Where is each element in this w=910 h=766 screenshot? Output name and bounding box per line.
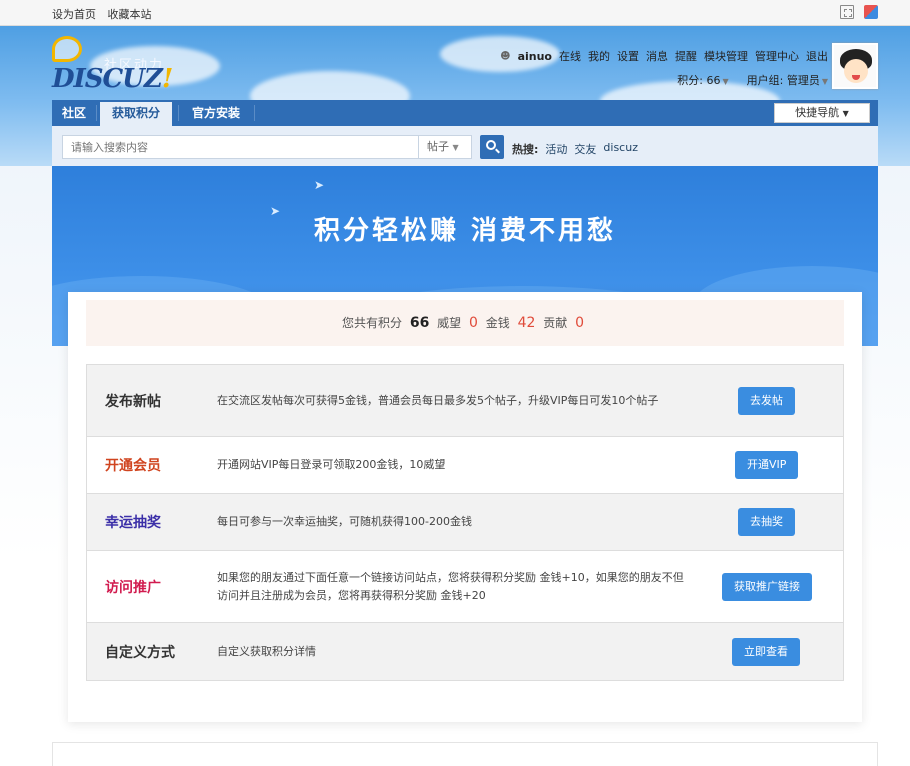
hot-keyword[interactable]: 交友 [574, 141, 596, 157]
logo-word: DISCUZ [52, 64, 163, 94]
stats-contrib: 0 [575, 315, 584, 331]
quick-nav-button[interactable]: 快捷导航 ▼ [774, 103, 870, 123]
user-link-module-admin[interactable]: 模块管理 [704, 48, 748, 64]
task-row-post: 发布新帖 在交流区发帖每次可获得5金钱，普通会员每日最多发5个帖子，升级VIP每… [87, 365, 843, 437]
stats-money: 42 [517, 315, 536, 331]
bookmark-site-link[interactable]: 收藏本站 [108, 8, 152, 21]
search-type-value: 帖子 [427, 140, 449, 153]
nav-item-get-credits[interactable]: 获取积分 [100, 100, 172, 126]
hot-keyword[interactable]: discuz [603, 141, 638, 157]
nav-divider [254, 105, 255, 121]
logo-bang: ! [161, 64, 173, 94]
credits-card: 您共有积分 66 威望 0 金钱 42 贡献 0 发布新帖 在交流区发帖每次可获… [68, 292, 862, 722]
credit-stats: 您共有积分 66 威望 0 金钱 42 贡献 0 [86, 300, 844, 346]
user-link-logout[interactable]: 退出 [806, 48, 828, 64]
set-homepage-link[interactable]: 设为首页 [52, 8, 96, 21]
task-row-custom: 自定义方式 自定义获取积分详情 立即查看 [87, 623, 843, 680]
user-link-settings[interactable]: 设置 [617, 48, 639, 64]
task-name: 自定义方式 [105, 644, 175, 661]
hot-search: 热搜: 活动 交友 discuz [512, 141, 638, 157]
nav-item-community[interactable]: 社区 [52, 100, 96, 126]
stats-money-label: 金钱 [485, 316, 510, 330]
user-link-admin-center[interactable]: 管理中心 [755, 48, 799, 64]
banner-title: 积分轻松赚 消费不用愁 [313, 216, 617, 246]
page-footer [52, 742, 878, 766]
main-nav: 社区 获取积分 官方安装 快捷导航 ▼ [52, 100, 878, 126]
task-desc: 每日可参与一次幸运抽奖，可随机获得100-200金钱 [217, 515, 472, 528]
task-desc: 开通网站VIP每日登录可领取200金钱，10威望 [217, 458, 446, 471]
hot-keyword[interactable]: 活动 [545, 141, 567, 157]
user-group[interactable]: 用户组: 管理员 ▼ [747, 72, 828, 88]
user-credits[interactable]: 积分: 66 ▼ [677, 72, 728, 88]
user-credits-text: 积分: 66 [677, 74, 721, 87]
user-info: 积分: 66 ▼ 用户组: 管理员 ▼ [677, 72, 828, 88]
stats-prefix: 您共有积分 [341, 316, 402, 330]
task-name: 访问推广 [105, 579, 161, 596]
nav-divider [96, 105, 97, 121]
user-link-messages[interactable]: 消息 [646, 48, 668, 64]
go-post-button[interactable]: 去发帖 [738, 386, 795, 415]
fullscreen-icon[interactable] [840, 5, 854, 19]
user-menu: ☻ ainuo 在线 我的 设置 消息 提醒 模块管理 管理中心 退出 [500, 48, 828, 64]
nav-item-official-install[interactable]: 官方安装 [180, 100, 252, 126]
task-name: 幸运抽奖 [105, 515, 161, 531]
stats-credits: 66 [409, 315, 430, 331]
hot-search-label: 热搜: [512, 143, 539, 156]
chevron-down-icon: ▼ [821, 77, 828, 86]
top-links: 设为首页 收藏本站 [52, 6, 160, 22]
user-icon: ☻ [500, 50, 511, 62]
task-name: 发布新帖 [105, 393, 161, 410]
user-link-reminders[interactable]: 提醒 [675, 48, 697, 64]
stats-prestige-label: 威望 [437, 316, 462, 330]
nav-divider [178, 105, 179, 121]
user-group-text: 用户组: 管理员 [746, 74, 820, 87]
logo-wordmark: DISCUZ! [52, 64, 173, 94]
username-link[interactable]: ainuo [518, 50, 552, 63]
chevron-down-icon: ▼ [722, 77, 729, 86]
search-bar: 帖子 ▼ 热搜: 活动 交友 discuz [52, 126, 878, 166]
task-desc: 自定义获取积分详情 [217, 644, 316, 658]
toolbar-icons [840, 5, 878, 19]
task-row-lottery: 幸运抽奖 每日可参与一次幸运抽奖，可随机获得100-200金钱 去抽奖 [87, 494, 843, 551]
task-list: 发布新帖 在交流区发帖每次可获得5金钱，普通会员每日最多发5个帖子，升级VIP每… [86, 364, 844, 681]
user-link-mine[interactable]: 我的 [588, 48, 610, 64]
stats-contrib-label: 贡献 [543, 316, 568, 330]
view-now-button[interactable]: 立即查看 [732, 637, 800, 666]
go-lottery-button[interactable]: 去抽奖 [738, 508, 795, 536]
stats-prestige: 0 [468, 315, 478, 331]
discuz-logo[interactable]: 社区动力 DISCUZ! [52, 36, 173, 94]
online-status[interactable]: 在线 [559, 48, 581, 64]
get-promo-link-button[interactable]: 获取推广链接 [722, 572, 812, 601]
search-type-select[interactable]: 帖子 ▼ [418, 135, 472, 159]
open-vip-button[interactable]: 开通VIP [735, 451, 799, 479]
quick-nav-label: 快捷导航 [795, 106, 840, 119]
avatar[interactable] [832, 43, 878, 89]
search-icon-handle [495, 148, 500, 154]
search-input[interactable] [62, 135, 418, 159]
theme-color-icon[interactable] [864, 5, 878, 19]
task-desc: 在交流区发帖每次可获得5金钱，普通会员每日最多发5个帖子，升级VIP每日可发10… [217, 393, 659, 407]
task-desc: 如果您的朋友通过下面任意一个链接访问站点，您将获得积分奖励 金钱+10，如果您的… [217, 570, 684, 602]
task-name: 开通会员 [105, 458, 161, 474]
logo-bubble-icon [52, 36, 82, 62]
top-toolbar: 设为首页 收藏本站 [0, 0, 910, 26]
task-row-vip: 开通会员 开通网站VIP每日登录可领取200金钱，10威望 开通VIP [87, 437, 843, 494]
task-row-promote: 访问推广 如果您的朋友通过下面任意一个链接访问站点，您将获得积分奖励 金钱+10… [87, 551, 843, 623]
search-button[interactable] [480, 135, 504, 159]
chevron-down-icon: ▼ [842, 109, 849, 118]
chevron-down-icon: ▼ [452, 143, 459, 152]
bird-icon: ➤ [314, 178, 325, 192]
